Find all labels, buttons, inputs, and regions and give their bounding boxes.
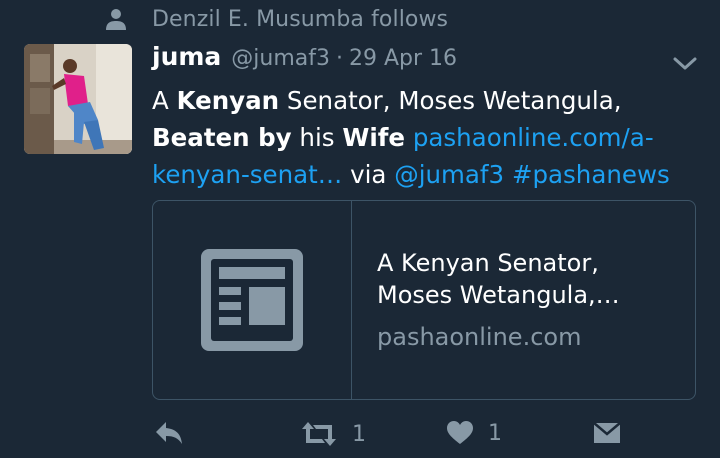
like-count: 1 <box>488 420 502 446</box>
separator-dot: · <box>336 46 344 71</box>
author-handle[interactable]: @jumaf3 <box>231 46 330 71</box>
text-fragment: his <box>291 123 343 152</box>
card-title: A Kenyan Senator, Moses Wetangula,… <box>377 249 620 309</box>
author-name[interactable]: juma <box>152 42 221 71</box>
text-fragment <box>405 123 413 152</box>
direct-message-button[interactable] <box>592 420 622 446</box>
tweet-header: juma @jumaf3 · 29 Apr 16 <box>152 42 457 78</box>
text-fragment: Senator, Moses Wetangula, <box>279 86 622 115</box>
action-bar: 1 1 <box>0 414 720 458</box>
hashtag-link[interactable]: #pashanews <box>512 160 670 189</box>
social-context-text: Denzil E. Musumba follows <box>152 6 449 32</box>
card-body: A Kenyan Senator, Moses Wetangula,… pash… <box>377 247 677 353</box>
avatar[interactable] <box>24 44 132 154</box>
text-highlight: Beaten by <box>152 123 292 152</box>
text-fragment <box>504 160 512 189</box>
envelope-icon <box>593 422 621 443</box>
link-part[interactable]: pashaonline.com/a- <box>413 123 654 152</box>
article-icon <box>201 249 303 351</box>
link-part[interactable]: kenyan-senat… <box>152 160 342 189</box>
retweet-icon <box>302 422 336 446</box>
retweet-count: 1 <box>352 421 366 447</box>
card-thumbnail <box>153 201 352 399</box>
card-domain: pashaonline.com <box>377 323 582 351</box>
reply-icon <box>156 422 182 444</box>
reply-button[interactable] <box>154 420 184 446</box>
social-context: Denzil E. Musumba follows <box>104 4 448 34</box>
text-highlight: Wife <box>342 123 406 152</box>
text-highlight: Kenyan <box>176 86 280 115</box>
text-fragment: via <box>342 160 395 189</box>
like-button[interactable]: 1 <box>446 420 502 446</box>
heart-icon <box>447 421 473 444</box>
mention-link[interactable]: @jumaf3 <box>394 160 504 189</box>
tweet-text: A Kenyan Senator, Moses Wetangula, Beaten… <box>152 82 708 193</box>
tweet-date[interactable]: 29 Apr 16 <box>349 46 457 71</box>
avatar-photo <box>24 44 132 154</box>
link-card[interactable]: A Kenyan Senator, Moses Wetangula,… pash… <box>152 200 696 400</box>
person-icon <box>106 9 126 30</box>
chevron-down-icon[interactable] <box>672 56 698 72</box>
text-fragment: A <box>152 86 177 115</box>
retweet-button[interactable]: 1 <box>300 420 366 448</box>
